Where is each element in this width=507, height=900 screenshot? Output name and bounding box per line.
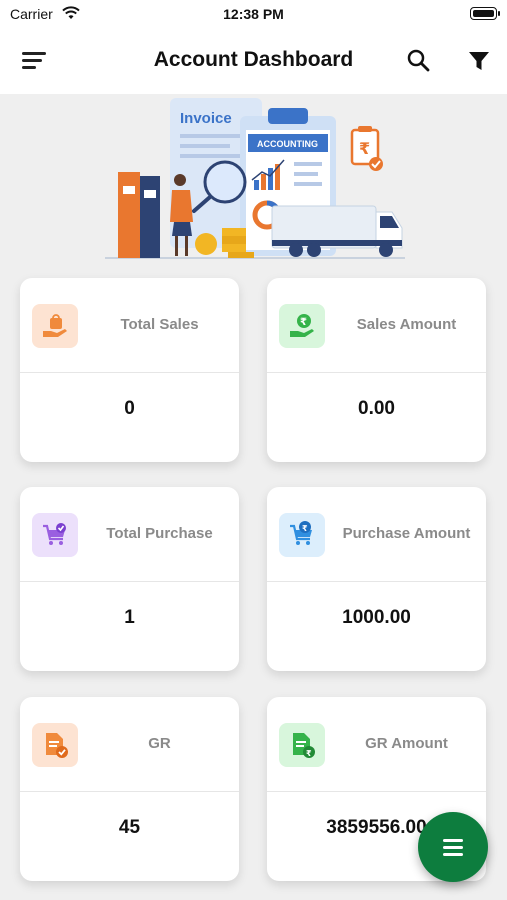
filter-icon[interactable] [464,46,494,76]
fab-menu-button[interactable] [418,812,488,882]
document-check-icon [32,723,78,767]
battery-icon [470,7,500,20]
card-label: Total Purchase [106,525,213,542]
menu-icon [443,839,463,842]
card-value: 45 [118,817,141,838]
svg-text:₹: ₹ [300,317,307,328]
card-label: GR Amount [365,735,448,752]
card-label: GR [148,735,171,752]
divider [20,791,239,792]
svg-text:₹: ₹ [359,139,370,158]
total-purchase-card[interactable]: Total Purchase 1 [20,487,239,671]
document-rupee-icon: ₹ [279,723,325,767]
rupee-hand-icon: ₹ [279,304,325,348]
card-label: Total Sales [120,316,199,333]
divider [267,581,486,582]
card-label: Purchase Amount [342,525,471,542]
card-value: 1 [124,607,135,628]
svg-text:₹: ₹ [306,749,312,758]
svg-text:₹: ₹ [302,524,308,533]
app-header: Account Dashboard [0,28,507,94]
card-value: 1000.00 [342,607,411,628]
sales-amount-card[interactable]: ₹ Sales Amount 0.00 [267,278,486,462]
cart-check-icon [32,513,78,557]
divider [267,372,486,373]
banner-accounting-text: ACCOUNTING [257,139,318,149]
divider [267,791,486,792]
accounting-illustration: Invoice ACCOUNTING ₹ [105,98,405,259]
purchase-amount-card[interactable]: ₹ Purchase Amount 1000.00 [267,487,486,671]
divider [20,372,239,373]
banner-invoice-text: Invoice [180,110,232,127]
card-value: 0.00 [358,398,395,419]
card-label: Sales Amount [356,316,457,333]
divider [20,581,239,582]
status-time: 12:38 PM [223,6,284,22]
shopping-bag-hand-icon [32,304,78,348]
gr-card[interactable]: GR 45 [20,697,239,881]
search-icon[interactable] [404,46,434,76]
card-value: 0 [124,398,135,419]
status-bar: Carrier 12:38 PM [0,0,507,28]
total-sales-card[interactable]: Total Sales 0 [20,278,239,462]
cart-rupee-icon: ₹ [279,513,325,557]
